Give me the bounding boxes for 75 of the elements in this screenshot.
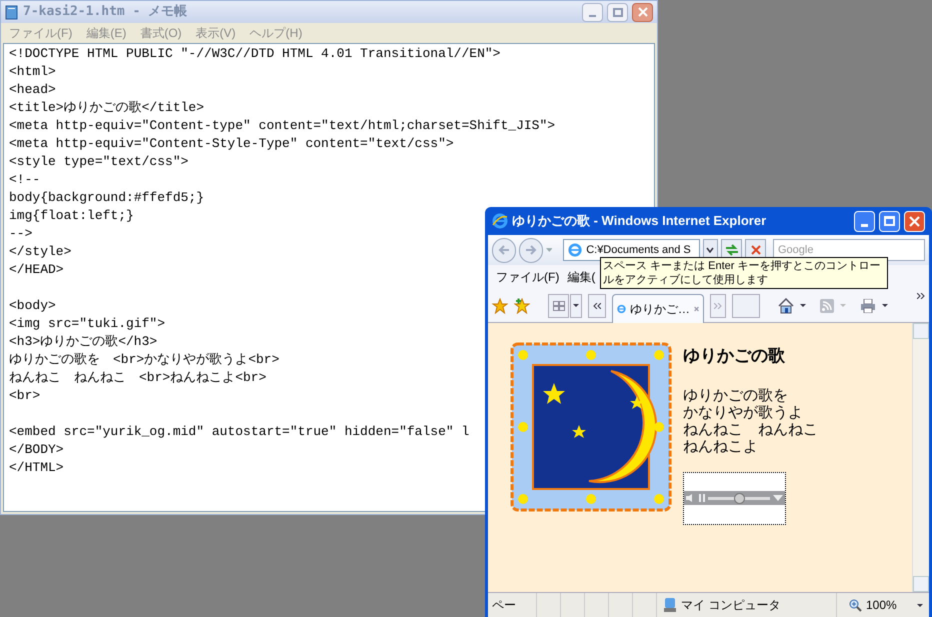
computer-icon xyxy=(663,598,677,612)
close-icon xyxy=(909,216,920,226)
code-line: <br> xyxy=(9,387,40,405)
page-icon xyxy=(568,243,582,257)
printer-icon[interactable] xyxy=(860,298,876,312)
tooltip: スペース キーまたは Enter キーを押すとこのコントロールをアクティブにして使用します xyxy=(600,257,888,289)
status-text: ペー xyxy=(491,597,517,614)
code-line: <embed src="yurik_og.mid" autostart="true" hidden="false" l xyxy=(9,423,470,441)
code-line: </BODY> xyxy=(9,441,64,459)
close-button[interactable] xyxy=(632,2,653,22)
scroll-left-button[interactable] xyxy=(588,294,606,318)
left-arrow-icon xyxy=(498,245,510,255)
stop-icon xyxy=(750,245,761,255)
forward-button[interactable] xyxy=(518,238,543,262)
code-line: <!-- xyxy=(9,171,40,189)
lyric-line: ねんねこよ xyxy=(683,438,759,454)
notepad-icon xyxy=(5,4,19,20)
window-title: 7-kasi2-1.htm - メモ帳 xyxy=(23,3,188,22)
window-title: ゆりかごの歌 - Windows Internet Explorer xyxy=(512,212,768,230)
chevron-down-icon xyxy=(706,247,714,253)
code-line: <head> xyxy=(9,81,56,99)
caret-icon[interactable] xyxy=(882,304,888,307)
code-line: body{background:#ffefd5;} xyxy=(9,189,204,207)
caret-icon[interactable] xyxy=(916,604,923,606)
grid-icon xyxy=(552,300,564,310)
code-line: <title>ゆりかごの歌</title> xyxy=(9,99,204,117)
code-line: <html> xyxy=(9,63,56,81)
lyric-line: ねんねこ ねんねこ xyxy=(683,420,818,438)
page-icon xyxy=(617,302,626,316)
code-line: <style type="text/css"> xyxy=(9,153,188,171)
code-line: <h3>ゆりかごの歌</h3> xyxy=(9,333,158,351)
star-plus-icon[interactable] xyxy=(514,298,530,314)
double-chevron-right-icon[interactable] xyxy=(917,293,925,299)
code-line: ゆりかごの歌を <br>かなりやが歌うよ<br> xyxy=(9,351,280,369)
close-icon xyxy=(638,7,648,17)
zoom-level[interactable]: 100% xyxy=(866,596,897,614)
zoom-icon xyxy=(849,598,862,612)
home-icon[interactable] xyxy=(778,298,794,314)
caret-icon xyxy=(573,304,579,307)
right-arrow-icon xyxy=(524,245,537,255)
code-line: </HEAD> xyxy=(9,261,64,279)
code-line: <!DOCTYPE HTML PUBLIC "-//W3C//DTD HTML 4.01 Transitional//EN"> xyxy=(9,45,500,63)
browser-logo-icon xyxy=(492,213,508,229)
security-zone: マイ コンピュータ xyxy=(681,597,780,614)
feed-icon[interactable] xyxy=(820,298,834,312)
lyric-line: かなりやが歌うよ xyxy=(683,404,804,420)
back-button[interactable] xyxy=(492,238,516,262)
menu-item[interactable]: ファイル(F) xyxy=(496,268,560,286)
tab[interactable]: ゆりかご… xyxy=(612,294,704,324)
code-line: <meta http-equiv="Content-Style-Type" content="text/css"> xyxy=(9,135,454,153)
code-line: <body> xyxy=(9,297,56,315)
double-chevron-left-icon xyxy=(593,302,601,308)
double-chevron-right-icon xyxy=(714,302,722,308)
code-line: --> xyxy=(9,225,32,243)
tab-list-button[interactable] xyxy=(570,294,582,318)
pause-icon[interactable] xyxy=(699,494,705,502)
close-icon[interactable] xyxy=(694,305,699,313)
refresh-icon xyxy=(724,244,739,256)
tab-label: ゆりかご… xyxy=(630,301,690,318)
menu-item[interactable]: 編集( xyxy=(567,268,596,286)
code-line: <meta http-equiv="Content-type" content="text/html;charset=Shift_JIS"> xyxy=(9,117,556,135)
media-player[interactable] xyxy=(683,472,786,524)
code-line: </HTML> xyxy=(9,459,64,477)
scroll-right-button[interactable] xyxy=(710,294,726,318)
caret-icon[interactable] xyxy=(800,304,806,307)
scrollbar[interactable] xyxy=(912,323,929,592)
lyric-line: ゆりかごの歌を xyxy=(683,386,789,404)
page-heading: ゆりかごの歌 xyxy=(683,345,786,367)
code-line: ねんねこ ねんねこ <br>ねんねこよ<br> xyxy=(9,369,266,387)
code-line: <img src="tuki.gif"> xyxy=(9,315,166,333)
code-line: img{float:left;} xyxy=(9,207,134,225)
slider-thumb[interactable] xyxy=(734,492,745,504)
new-tab-button[interactable] xyxy=(732,294,760,318)
code-line: </style> xyxy=(9,243,72,261)
star-icon[interactable] xyxy=(492,298,508,314)
